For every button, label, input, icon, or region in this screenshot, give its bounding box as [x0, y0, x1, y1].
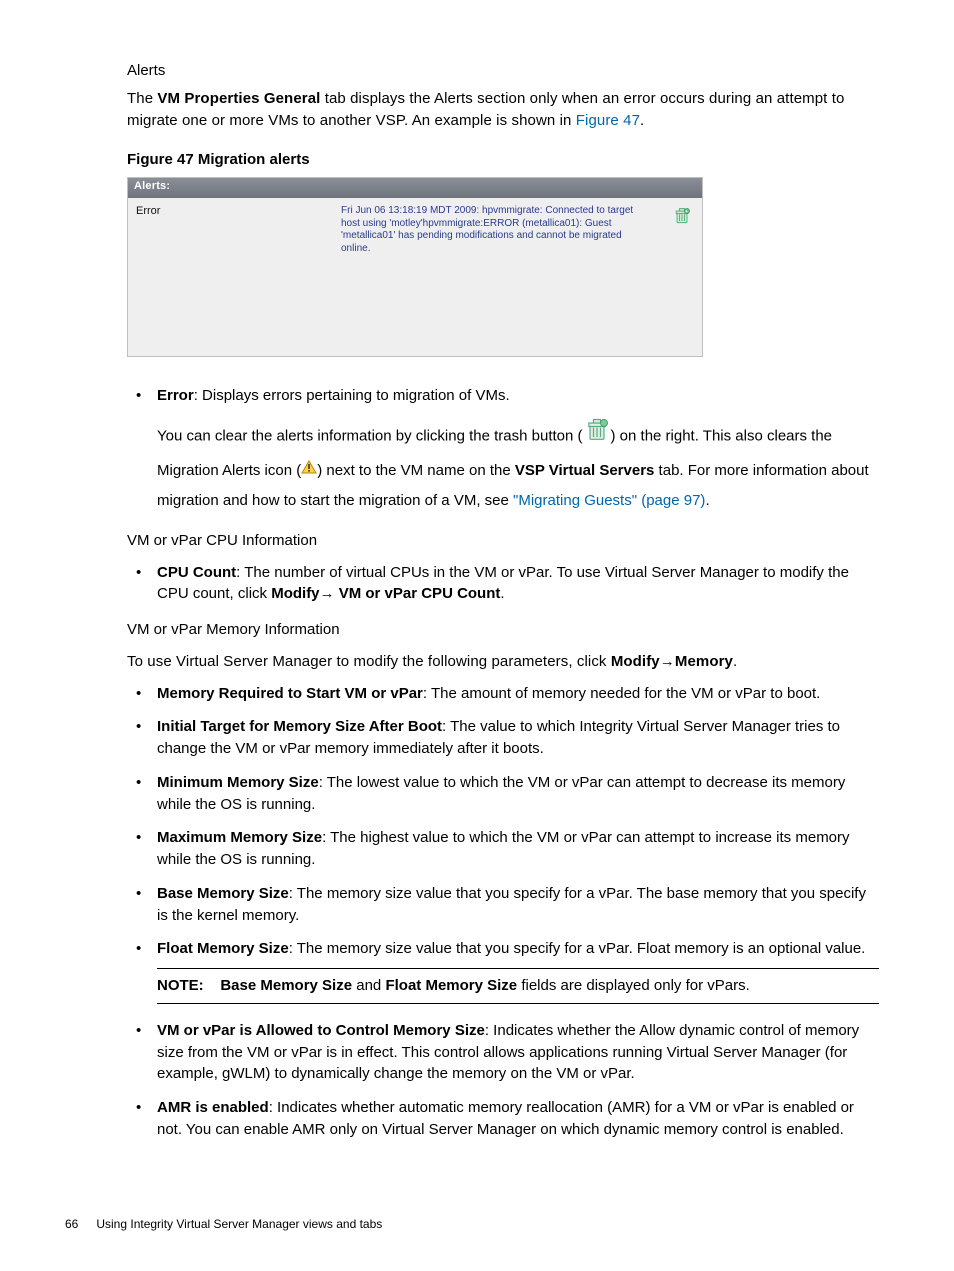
arrow-icon: → [320, 585, 335, 602]
figure-caption: Figure 47 Migration alerts [127, 149, 879, 171]
list-item: Float Memory Size: The memory size value… [127, 938, 879, 1004]
bullet-label: Base Memory Size [157, 885, 289, 902]
bullet-label: Initial Target for Memory Size After Boo… [157, 718, 442, 735]
section-heading-memory: VM or vPar Memory Information [127, 619, 879, 641]
text: You can clear the alerts information by … [157, 427, 583, 444]
link-figure-47[interactable]: Figure 47 [576, 112, 640, 129]
list-item: AMR is enabled: Indicates whether automa… [127, 1097, 879, 1141]
text-bold: VM Properties General [157, 90, 320, 107]
memory-bullet-list: Memory Required to Start VM or vPar: The… [127, 683, 879, 1141]
bullet-label: Error [157, 387, 194, 404]
note-block: NOTE: Base Memory Size and Float Memory … [157, 968, 879, 1004]
page-number: 66 [65, 1216, 93, 1233]
text-bold: Float Memory Size [385, 977, 517, 994]
list-item: Memory Required to Start VM or vPar: The… [127, 683, 879, 705]
text-bold: Memory [675, 653, 733, 670]
text: The [127, 90, 157, 107]
bullet-label: VM or vPar is Allowed to Control Memory … [157, 1022, 485, 1039]
section-heading-alerts: Alerts [127, 60, 879, 82]
section-heading-cpu: VM or vPar CPU Information [127, 530, 879, 552]
list-item: Initial Target for Memory Size After Boo… [127, 716, 879, 760]
intro-paragraph: The VM Properties General tab displays t… [127, 88, 879, 132]
text-bold: VM or vPar CPU Count [335, 585, 501, 602]
text-bold: Modify [271, 585, 319, 602]
text: fields are displayed only for vPars. [517, 977, 750, 994]
link-migrating-guests[interactable]: "Migrating Guests" (page 97) [513, 492, 705, 509]
bullet-label: Minimum Memory Size [157, 774, 319, 791]
bullet-label: Maximum Memory Size [157, 829, 322, 846]
trash-icon[interactable] [672, 206, 692, 233]
text: ) next to the VM name on the [317, 462, 515, 479]
trash-icon [583, 416, 611, 455]
text: To use Virtual Server Manager to modify … [127, 653, 611, 670]
bullet-subparagraph: You can clear the alerts information by … [157, 417, 879, 516]
footer-title: Using Integrity Virtual Server Manager v… [96, 1217, 382, 1231]
text: and [352, 977, 385, 994]
text: . [640, 112, 644, 129]
text: : The memory size value that you specify… [289, 940, 866, 957]
arrow-icon: → [660, 653, 675, 670]
text-bold: Base Memory Size [220, 977, 352, 994]
list-item: VM or vPar is Allowed to Control Memory … [127, 1020, 879, 1085]
list-item: Minimum Memory Size: The lowest value to… [127, 772, 879, 816]
list-item: Error: Displays errors pertaining to mig… [127, 385, 879, 516]
list-item: CPU Count: The number of virtual CPUs in… [127, 562, 879, 606]
error-bullet-list: Error: Displays errors pertaining to mig… [127, 385, 879, 516]
memory-intro-paragraph: To use Virtual Server Manager to modify … [127, 651, 879, 673]
note-label: NOTE: [157, 977, 204, 994]
figure-error-message: Fri Jun 06 13:18:19 MDT 2009: hpvmmigrat… [341, 202, 636, 255]
list-item: Base Memory Size: The memory size value … [127, 883, 879, 927]
cpu-bullet-list: CPU Count: The number of virtual CPUs in… [127, 562, 879, 606]
text: : Displays errors pertaining to migratio… [194, 387, 510, 404]
page-footer: 66 Using Integrity Virtual Server Manage… [65, 1216, 382, 1233]
list-item: Maximum Memory Size: The highest value t… [127, 827, 879, 871]
text: . [500, 585, 504, 602]
bullet-label: CPU Count [157, 564, 236, 581]
document-page: Alerts The VM Properties General tab dis… [0, 0, 954, 1271]
text-bold: VSP Virtual Servers [515, 462, 655, 479]
text: : The amount of memory needed for the VM… [423, 685, 820, 702]
bullet-label: Float Memory Size [157, 940, 289, 957]
figure-header: Alerts: [128, 178, 702, 198]
text-bold: Modify [611, 653, 660, 670]
text: . [705, 492, 709, 509]
bullet-label: AMR is enabled [157, 1099, 269, 1116]
warning-icon [301, 455, 317, 485]
bullet-label: Memory Required to Start VM or vPar [157, 685, 423, 702]
figure-47: Alerts: Error Fri Jun 06 13:18:19 MDT 20… [127, 177, 703, 357]
text: . [733, 653, 737, 670]
figure-row-label: Error [136, 202, 331, 255]
